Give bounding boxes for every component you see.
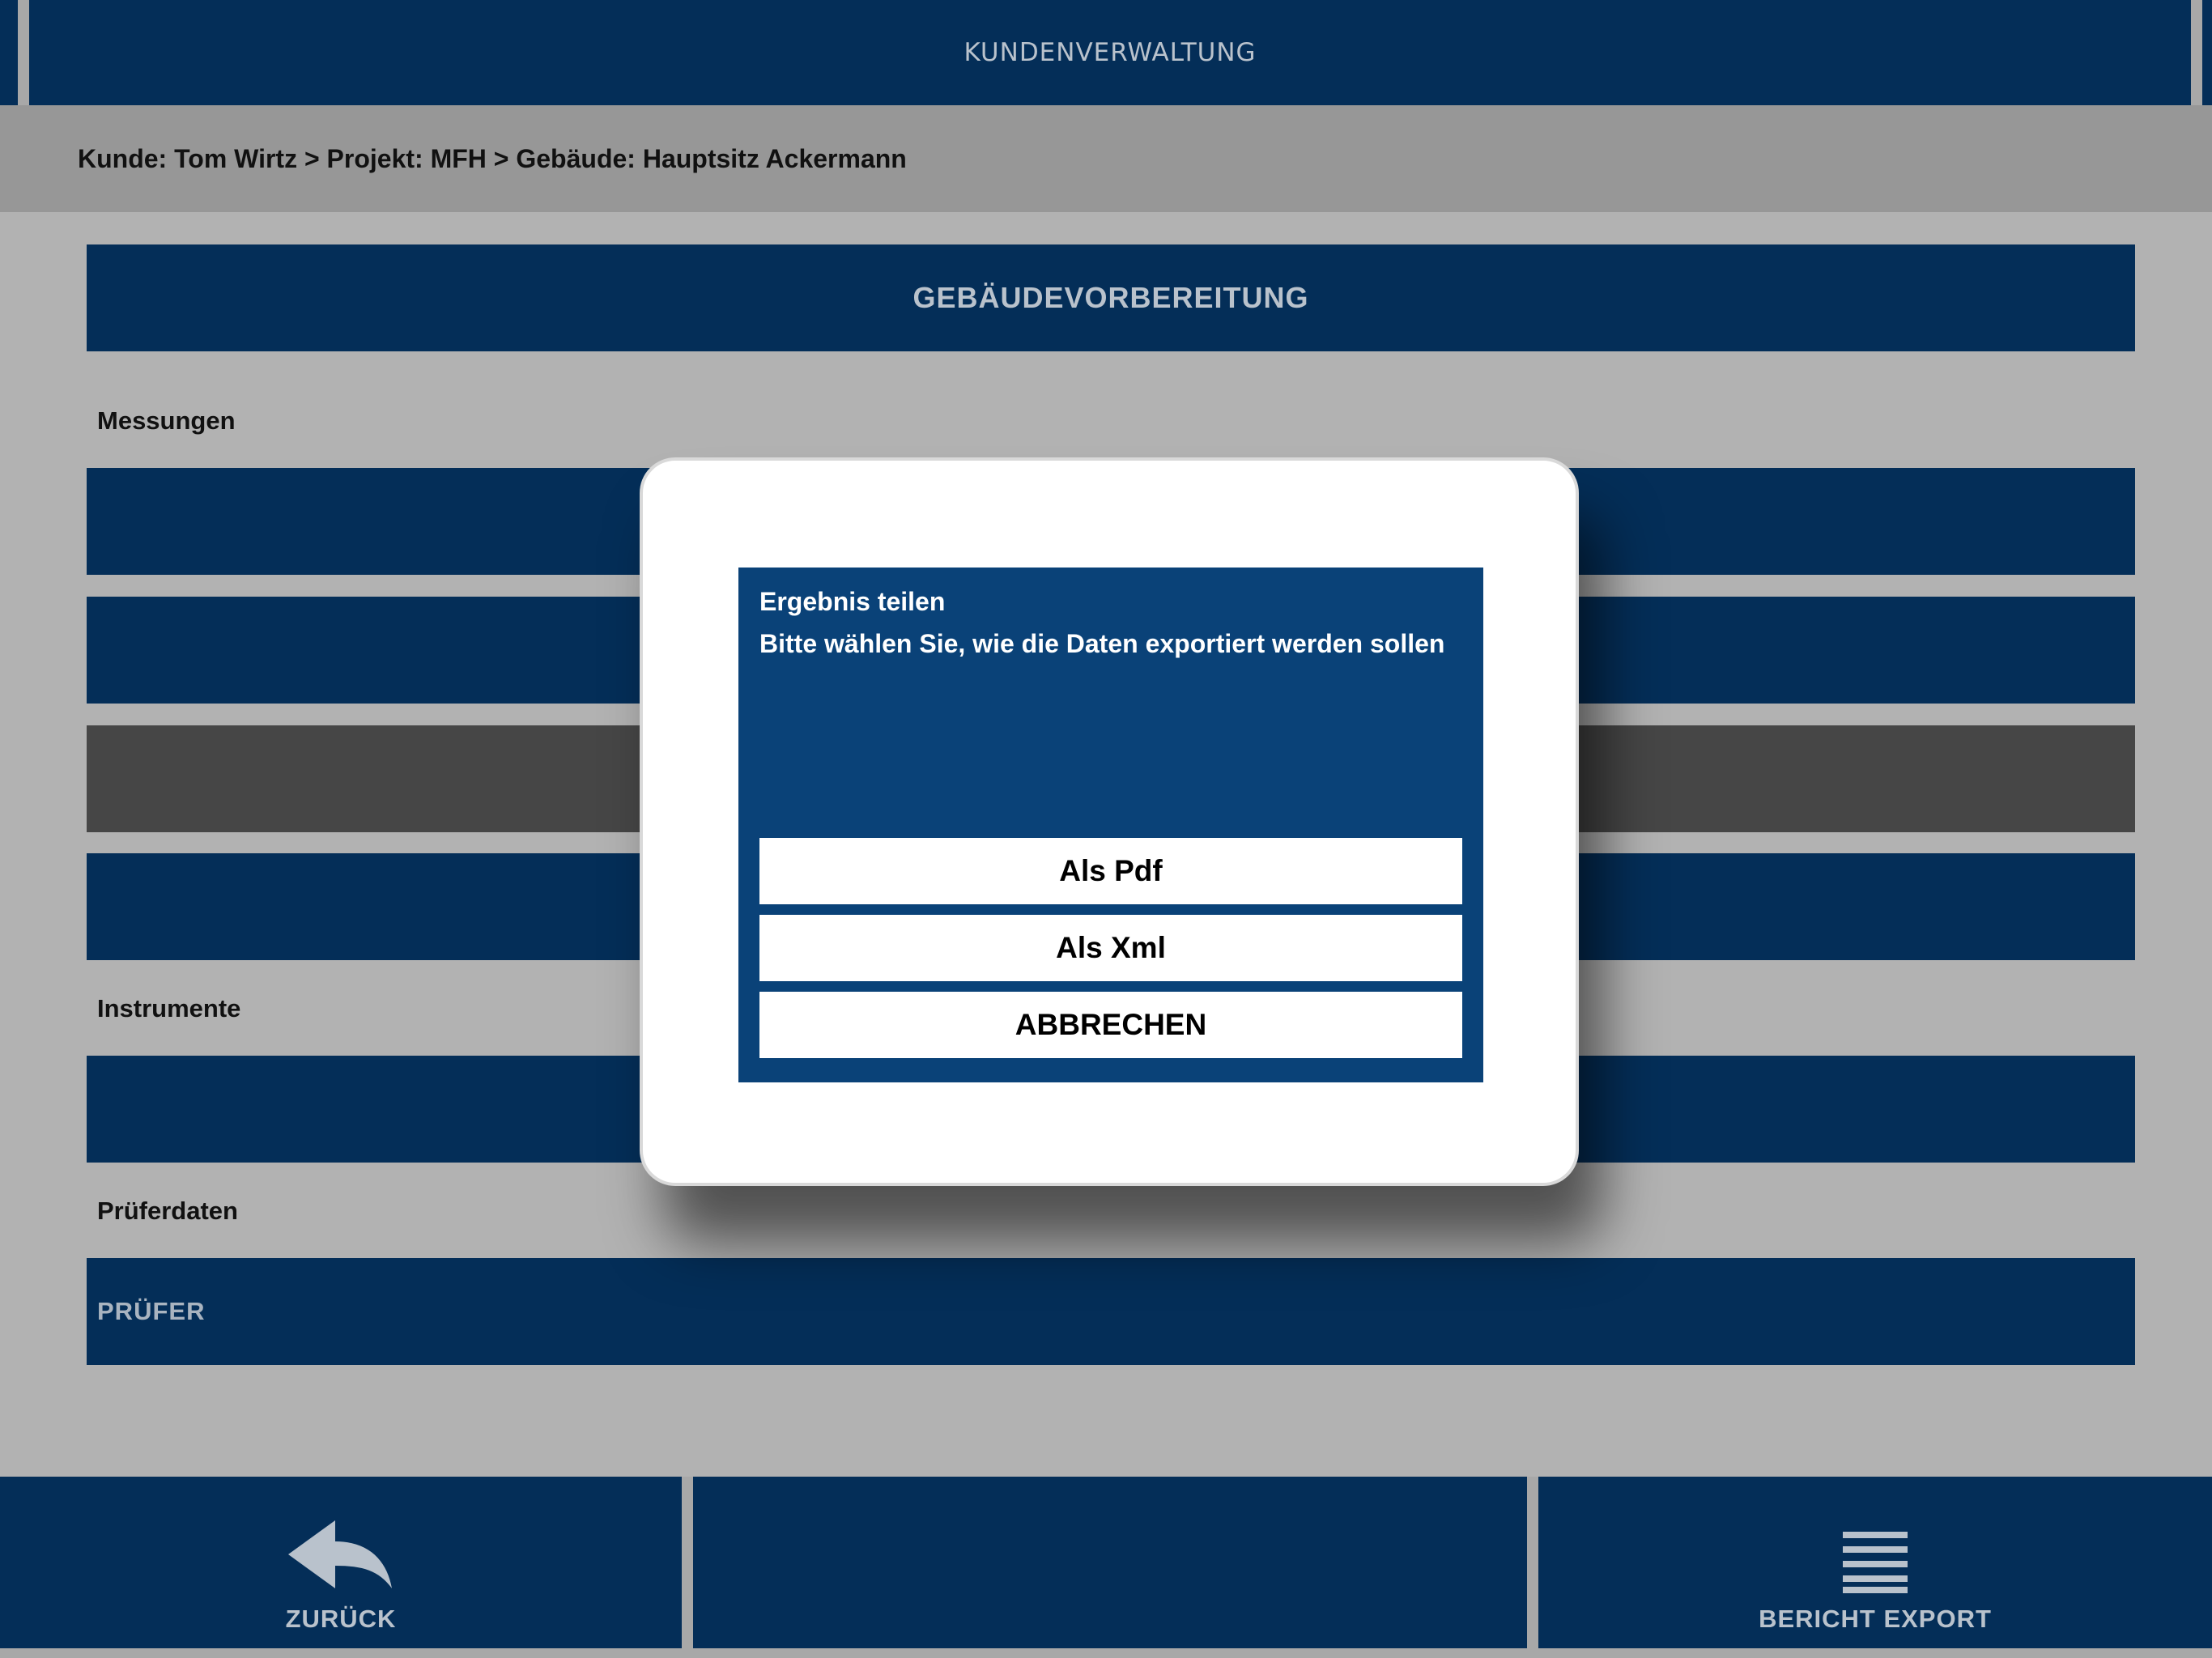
cancel-button[interactable]: ABBRECHEN [759, 992, 1462, 1058]
back-button-label: ZURÜCK [285, 1605, 397, 1633]
breadcrumb: Kunde: Tom Wirtz > Projekt: MFH > Gebäud… [0, 105, 2212, 212]
reply-arrow-icon [288, 1520, 393, 1593]
section-header: GEBÄUDEVORBEREITUNG [87, 244, 2135, 351]
export-pdf-button[interactable]: Als Pdf [759, 838, 1462, 904]
breadcrumb-text: Kunde: Tom Wirtz > Projekt: MFH > Gebäud… [78, 143, 907, 173]
group-label-prueferdaten: Prüferdaten [97, 1197, 238, 1225]
group-label-messungen: Messungen [97, 406, 236, 435]
bottom-nav: ZURÜCK BERICHT EXPORT [0, 1477, 2212, 1658]
top-bar: KUNDENVERWALTUNG [0, 0, 2212, 105]
report-export-button[interactable]: BERICHT EXPORT [1538, 1477, 2212, 1648]
group-label-instrumente: Instrumente [97, 994, 241, 1022]
dialog-title: Ergebnis teilen [759, 587, 946, 616]
export-xml-button[interactable]: Als Xml [759, 915, 1462, 981]
app-title-bar: KUNDENVERWALTUNG [29, 0, 2191, 105]
pruefer-row-label: PRÜFER [97, 1297, 206, 1325]
app-title: KUNDENVERWALTUNG [963, 38, 1257, 67]
section-title: GEBÄUDEVORBEREITUNG [912, 281, 1309, 314]
share-dialog-panel: Ergebnis teilen Bitte wählen Sie, wie di… [738, 568, 1483, 1082]
top-bar-right-edge [2202, 0, 2212, 105]
menu-lines-icon [1843, 1528, 1908, 1593]
report-export-label: BERICHT EXPORT [1759, 1605, 1992, 1633]
back-button[interactable]: ZURÜCK [0, 1477, 682, 1648]
share-dialog: Ergebnis teilen Bitte wählen Sie, wie di… [640, 457, 1579, 1186]
pruefer-row[interactable]: PRÜFER [87, 1258, 2135, 1365]
dialog-message: Bitte wählen Sie, wie die Daten exportie… [759, 629, 1445, 658]
bottom-nav-center [693, 1477, 1527, 1648]
top-bar-left-edge [0, 0, 18, 105]
